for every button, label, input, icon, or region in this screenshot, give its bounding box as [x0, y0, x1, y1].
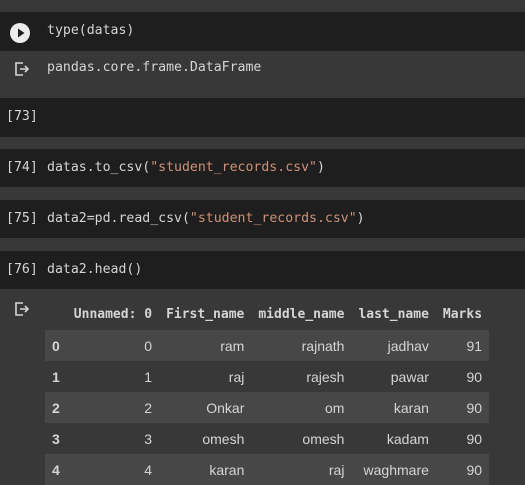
code-string: "student_records.csv": [150, 160, 317, 175]
code-line[interactable]: datas.to_csv("student_records.csv"): [47, 160, 325, 175]
column-header: [45, 298, 67, 330]
run-cell-button[interactable]: [10, 23, 30, 43]
table-cell: waghmare: [351, 454, 436, 485]
code-cell-73[interactable]: [73]: [0, 98, 525, 137]
table-cell: rajnath: [251, 330, 352, 361]
code-token: ): [356, 211, 365, 226]
table-cell: 4: [66, 454, 160, 485]
code-line[interactable]: type(datas): [47, 23, 134, 38]
code-string: "student_records.csv": [189, 211, 357, 226]
table-cell: om: [251, 392, 352, 423]
table-cell: 90: [435, 423, 490, 454]
execution-count: [75]: [6, 211, 38, 226]
row-index: 1: [45, 361, 67, 392]
execution-count: [74]: [6, 160, 38, 175]
code-line[interactable]: data2=pd.read_csv("student_records.csv"): [47, 211, 365, 226]
row-index: 0: [45, 330, 67, 361]
table-cell: jadhav: [351, 330, 436, 361]
table-row: 0 0 ram rajnath jadhav 91: [45, 330, 490, 361]
table-header-row: Unnamed: 0 First_name middle_name last_n…: [45, 298, 490, 330]
table-cell: 1: [66, 361, 160, 392]
table-row: 3 3 omesh omesh kadam 90: [45, 423, 490, 454]
table-cell: omesh: [159, 423, 252, 454]
table-cell: 90: [435, 361, 490, 392]
execution-count: [73]: [6, 109, 38, 124]
table-cell: karan: [159, 454, 252, 485]
table-cell: 3: [66, 423, 160, 454]
column-header: last_name: [351, 298, 436, 330]
table-cell: 90: [435, 454, 490, 485]
table-cell: 0: [66, 330, 160, 361]
play-circle-icon: [18, 28, 25, 38]
table-row: 1 1 raj rajesh pawar 90: [45, 361, 490, 392]
table-cell: 91: [435, 330, 490, 361]
code-token: ): [316, 160, 325, 175]
dataframe-table: Unnamed: 0 First_name middle_name last_n…: [45, 298, 490, 485]
execution-count: [76]: [6, 262, 38, 277]
table-cell: kadam: [351, 423, 436, 454]
row-index: 2: [45, 392, 67, 423]
table-cell: Onkar: [159, 392, 252, 423]
table-cell: karan: [351, 392, 436, 423]
table-cell: omesh: [251, 423, 352, 454]
output-redirect-icon[interactable]: [13, 61, 31, 77]
row-index: 3: [45, 423, 67, 454]
column-header: Marks: [435, 298, 490, 330]
table-row: 4 4 karan raj waghmare 90: [45, 454, 490, 485]
table-cell: ram: [159, 330, 252, 361]
code-cell-75[interactable]: [75] data2=pd.read_csv("student_records.…: [0, 200, 525, 238]
code-cell-1[interactable]: type(datas): [0, 12, 525, 51]
table-row: 2 2 Onkar om karan 90: [45, 392, 490, 423]
column-header: First_name: [159, 298, 252, 330]
column-header: Unnamed: 0: [66, 298, 160, 330]
output-area-1: pandas.core.frame.DataFrame: [0, 51, 525, 85]
table-cell: 2: [66, 392, 160, 423]
code-line[interactable]: data2.head(): [47, 262, 142, 277]
table-cell: raj: [251, 454, 352, 485]
row-index: 4: [45, 454, 67, 485]
column-header: middle_name: [251, 298, 352, 330]
code-cell-74[interactable]: [74] datas.to_csv("student_records.csv"): [0, 149, 525, 187]
output-redirect-icon[interactable]: [13, 301, 31, 317]
code-token: data2=pd.read_csv(: [47, 211, 190, 226]
output-text: pandas.core.frame.DataFrame: [47, 60, 262, 75]
table-cell: rajesh: [251, 361, 352, 392]
table-cell: 90: [435, 392, 490, 423]
code-token: datas.to_csv(: [47, 160, 151, 175]
table-cell: raj: [159, 361, 252, 392]
code-cell-76[interactable]: [76] data2.head(): [0, 251, 525, 289]
table-cell: pawar: [351, 361, 436, 392]
